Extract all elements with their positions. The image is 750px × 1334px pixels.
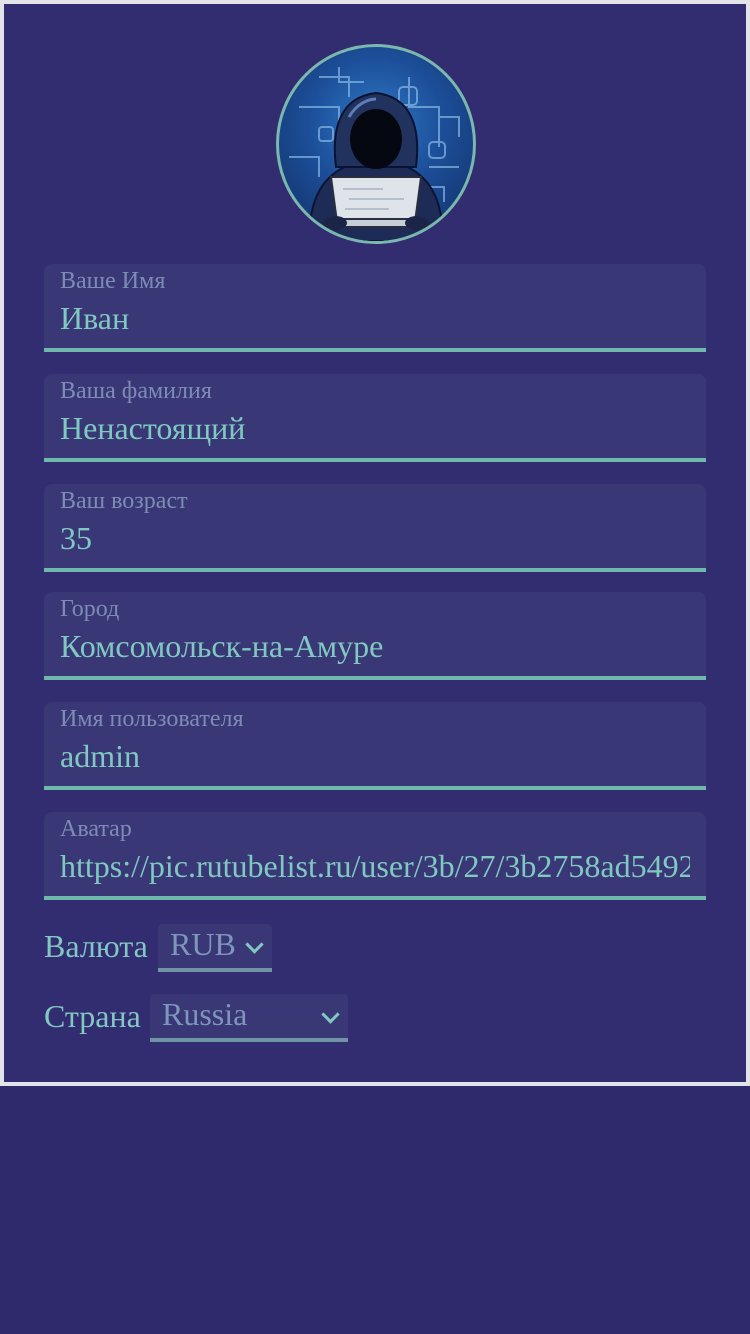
username-value[interactable]: admin	[60, 738, 690, 775]
city-field[interactable]: Город Комсомольск-на-Амуре	[44, 592, 706, 680]
last-name-label: Ваша фамилия	[60, 378, 212, 404]
last-name-value[interactable]: Ненастоящий	[60, 410, 690, 447]
country-label: Страна	[44, 998, 141, 1034]
avatar[interactable]	[276, 44, 476, 244]
avatar-url-value[interactable]: https://pic.rutubelist.ru/user/3b/27/3b2…	[60, 848, 690, 885]
chevron-down-icon	[321, 1005, 340, 1024]
avatar-url-label: Аватар	[60, 816, 132, 842]
chevron-down-icon	[245, 935, 264, 954]
age-label: Ваш возраст	[60, 488, 188, 514]
currency-select[interactable]: RUB	[158, 924, 272, 972]
hooded-hacker-avatar-icon	[289, 67, 460, 241]
country-value: Russia	[162, 996, 248, 1032]
first-name-label: Ваше Имя	[60, 268, 166, 294]
age-value[interactable]: 35	[60, 520, 690, 557]
city-label: Город	[60, 596, 120, 622]
currency-label: Валюта	[44, 928, 148, 964]
currency-value: RUB	[170, 926, 236, 962]
last-name-field[interactable]: Ваша фамилия Ненастоящий	[44, 374, 706, 462]
first-name-field[interactable]: Ваше Имя Иван	[44, 264, 706, 352]
username-label: Имя пользователя	[60, 706, 244, 732]
country-select[interactable]: Russia	[150, 994, 348, 1042]
avatar-url-field[interactable]: Аватар https://pic.rutubelist.ru/user/3b…	[44, 812, 706, 900]
age-field[interactable]: Ваш возраст 35	[44, 484, 706, 572]
first-name-value[interactable]: Иван	[60, 300, 690, 337]
profile-card: Ваше Имя Иван Ваша фамилия Ненастоящий В…	[0, 0, 750, 1086]
username-field[interactable]: Имя пользователя admin	[44, 702, 706, 790]
city-value[interactable]: Комсомольск-на-Амуре	[60, 628, 690, 665]
